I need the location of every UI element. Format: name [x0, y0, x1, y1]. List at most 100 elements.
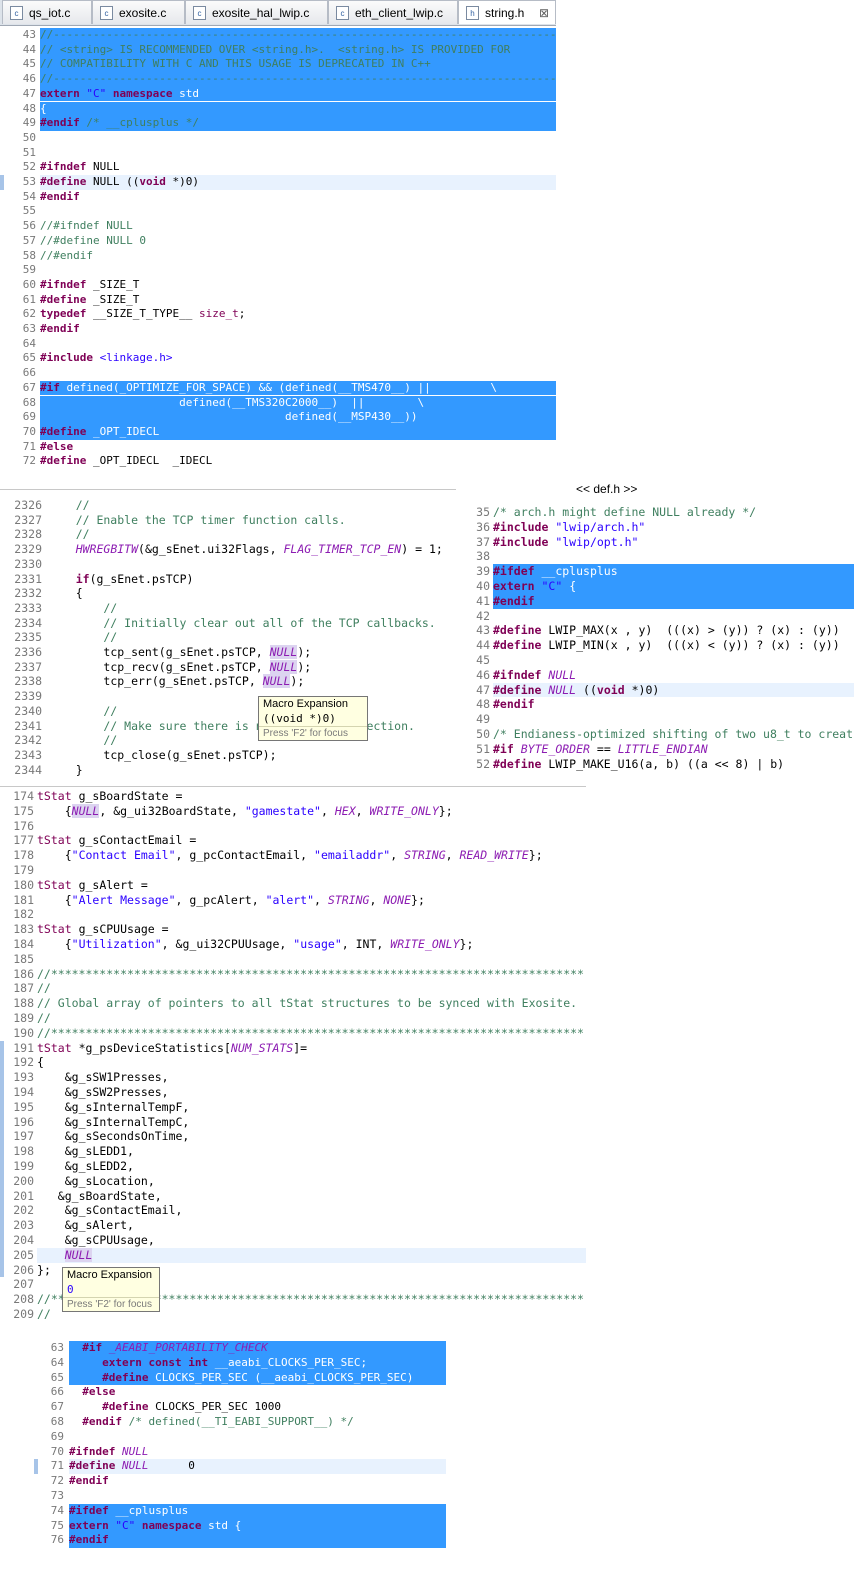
code-line[interactable]: // COMPATIBILITY WITH C AND THIS USAGE I…	[40, 57, 431, 72]
code-line[interactable]: #if BYTE_ORDER == LITTLE_ENDIAN	[493, 742, 708, 757]
code-line[interactable]: extern "C" namespace std {	[69, 1519, 241, 1534]
code-line[interactable]: tStat g_sContactEmail =	[37, 833, 196, 848]
code-line[interactable]: //	[37, 1011, 51, 1026]
code-line[interactable]: extern "C" {	[493, 579, 576, 594]
code-line[interactable]: {	[48, 586, 83, 601]
code-line[interactable]: #endif	[69, 1533, 109, 1548]
code-line[interactable]: #endif /* __cplusplus */	[40, 116, 199, 131]
code-line[interactable]: #define NULL ((void *)0)	[493, 683, 659, 698]
code-line[interactable]: #define _OPT_IDECL	[40, 425, 159, 440]
code-line[interactable]: #include <linkage.h>	[40, 351, 172, 366]
code-line[interactable]: #ifndef _SIZE_T	[40, 278, 139, 293]
code-line[interactable]: &g_sInternalTempF,	[37, 1100, 190, 1115]
tab-qs-iot[interactable]: c qs_iot.c	[2, 0, 92, 24]
code-line[interactable]: &g_sLEDD1,	[37, 1144, 134, 1159]
code-line[interactable]: {	[40, 102, 47, 117]
code-line[interactable]: //#define NULL 0	[40, 234, 146, 249]
tab-eth-client-lwip[interactable]: c eth_client_lwip.c	[328, 0, 458, 24]
code-line[interactable]: #define LWIP_MAKE_U16(a, b) ((a << 8) | …	[493, 757, 784, 772]
code-line[interactable]: defined(__MSP430__))	[40, 410, 417, 425]
code-line[interactable]: {"Utilization", &g_ui32CPUUsage, "usage"…	[37, 937, 474, 952]
code-line[interactable]: //#ifndef NULL	[40, 219, 133, 234]
code-line[interactable]: &g_sSW2Presses,	[37, 1085, 169, 1100]
code-line[interactable]: {"Contact Email", g_pcContactEmail, "ema…	[37, 848, 543, 863]
code-line[interactable]: tcp_err(g_sEnet.psTCP, NULL);	[48, 674, 304, 689]
code-line[interactable]: //--------------------------------------…	[40, 28, 556, 43]
code-line[interactable]: #ifndef NULL	[69, 1445, 148, 1460]
code-line[interactable]: defined(__TMS320C2000__) || \	[40, 396, 424, 411]
code-line[interactable]: #define NULL 0	[69, 1459, 195, 1474]
code-line[interactable]: #endif	[40, 322, 80, 337]
code-line[interactable]: tStat g_sAlert =	[37, 878, 148, 893]
code-line[interactable]: #ifndef NULL	[40, 160, 119, 175]
code-line[interactable]: /* Endianess-optimized shifting of two u…	[493, 727, 853, 742]
code-line[interactable]: #define _OPT_IDECL _IDECL	[40, 454, 212, 469]
code-line[interactable]: //	[48, 601, 117, 616]
code-line[interactable]: if(g_sEnet.psTCP)	[48, 572, 194, 587]
code-line[interactable]: {NULL, &g_ui32BoardState, "gamestate", H…	[37, 803, 453, 819]
code-line[interactable]: //	[48, 704, 117, 719]
tab-exosite-hal-lwip[interactable]: c exosite_hal_lwip.c	[185, 0, 328, 24]
code-line[interactable]: #else	[40, 440, 73, 455]
code-line[interactable]: #ifndef NULL	[493, 668, 576, 683]
code-line[interactable]: #endif	[493, 697, 535, 712]
code-line[interactable]: // Initially clear out all of the TCP ca…	[48, 616, 435, 631]
code-line[interactable]: //#endif	[40, 249, 93, 264]
code-line[interactable]: #endif	[40, 190, 80, 205]
code-line[interactable]: //	[37, 1307, 51, 1322]
code-line[interactable]: extern const int __aeabi_CLOCKS_PER_SEC;	[69, 1356, 367, 1371]
code-line[interactable]: //	[48, 733, 117, 748]
code-line[interactable]: {"Alert Message", g_pcAlert, "alert", ST…	[37, 893, 425, 908]
code-line[interactable]: tStat g_sBoardState =	[37, 789, 182, 804]
code-line[interactable]: &g_sSW1Presses,	[37, 1070, 169, 1085]
code-line[interactable]: extern "C" namespace std	[40, 87, 199, 102]
code-line[interactable]: &g_sAlert,	[37, 1218, 134, 1233]
code-line[interactable]: #if _AEABI_PORTABILITY_CHECK	[69, 1341, 267, 1356]
code-line[interactable]: //	[48, 630, 117, 645]
code-line[interactable]: #define NULL ((void *)0)	[40, 175, 199, 190]
code-line[interactable]: &g_sInternalTempC,	[37, 1115, 190, 1130]
code-line[interactable]: // Global array of pointers to all tStat…	[37, 996, 577, 1011]
code-line[interactable]: #include "lwip/opt.h"	[493, 535, 638, 550]
code-line[interactable]: //--------------------------------------…	[40, 72, 556, 87]
close-icon[interactable]: ⊠	[539, 1, 549, 25]
tab-string-h[interactable]: h string.h ⊠	[458, 0, 556, 24]
code-line[interactable]: // Enable the TCP timer function calls.	[48, 513, 346, 528]
code-line[interactable]: // <string> IS RECOMMENDED OVER <string.…	[40, 43, 510, 58]
code-line[interactable]: {	[37, 1055, 44, 1070]
code-line[interactable]: #else	[69, 1385, 115, 1400]
code-line[interactable]: typedef __SIZE_T_TYPE__ size_t;	[40, 307, 245, 322]
code-line[interactable]: &g_sLocation,	[37, 1174, 155, 1189]
code-line[interactable]: tcp_sent(g_sEnet.psTCP, NULL);	[48, 645, 311, 660]
code-line[interactable]: //	[48, 498, 90, 513]
code-line[interactable]: #endif	[69, 1474, 109, 1489]
code-line[interactable]: tStat g_sCPUUsage =	[37, 922, 169, 937]
code-line[interactable]: };	[37, 1263, 51, 1278]
code-line[interactable]: tStat *g_psDeviceStatistics[NUM_STATS]=	[37, 1041, 307, 1056]
code-line[interactable]: //	[48, 527, 90, 542]
code-line[interactable]: &g_sLEDD2,	[37, 1159, 134, 1174]
code-line[interactable]: }	[48, 763, 83, 778]
code-line[interactable]: tcp_close(g_sEnet.psTCP);	[48, 748, 276, 763]
code-line[interactable]: tcp_recv(g_sEnet.psTCP, NULL);	[48, 659, 311, 675]
code-line[interactable]: HWREGBITW(&g_sEnet.ui32Flags, FLAG_TIMER…	[48, 542, 443, 557]
code-line[interactable]: #endif	[493, 594, 535, 609]
code-line[interactable]: NULL	[37, 1247, 93, 1263]
code-line[interactable]: #define LWIP_MAX(x , y) (((x) > (y)) ? (…	[493, 623, 840, 638]
code-line[interactable]: #if defined(_OPTIMIZE_FOR_SPACE) && (def…	[40, 381, 497, 396]
code-line[interactable]: &g_sBoardState,	[37, 1189, 162, 1204]
code-line[interactable]: #define CLOCKS_PER_SEC 1000	[69, 1400, 281, 1415]
code-line[interactable]: &g_sContactEmail,	[37, 1203, 183, 1218]
code-line[interactable]: #endif /* defined(__TI_EABI_SUPPORT__) *…	[69, 1415, 354, 1430]
code-line[interactable]: #include "lwip/arch.h"	[493, 520, 645, 535]
code-line[interactable]: #define _SIZE_T	[40, 293, 139, 308]
code-line[interactable]: //**************************************…	[37, 1026, 584, 1041]
code-line[interactable]: //**************************************…	[37, 967, 584, 982]
code-line[interactable]: #ifdef __cplusplus	[493, 564, 618, 579]
code-line[interactable]: #define LWIP_MIN(x , y) (((x) < (y)) ? (…	[493, 638, 840, 653]
code-line[interactable]: #ifdef __cplusplus	[69, 1504, 188, 1519]
code-line[interactable]: //	[37, 981, 51, 996]
code-line[interactable]: /* arch.h might define NULL already */	[493, 505, 756, 520]
code-line[interactable]: &g_sSecondsOnTime,	[37, 1129, 190, 1144]
code-line[interactable]: &g_sCPUUsage,	[37, 1233, 155, 1248]
